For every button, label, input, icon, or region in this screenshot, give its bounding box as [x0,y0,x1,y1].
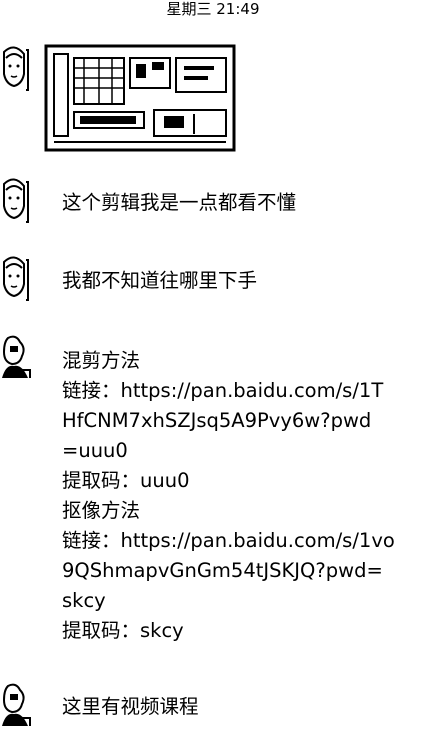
sender-avatar[interactable] [0,334,32,386]
message-line: 提取码：uuu0 [62,469,190,492]
contact-avatar[interactable] [0,44,32,96]
text-message[interactable]: 这个剪辑我是一点都看不懂 [62,188,296,218]
contact-avatar[interactable] [0,176,32,228]
contact-avatar[interactable] [0,254,32,306]
contact-avatar-icon [0,44,32,96]
message-line: 链接：https://pan.baidu.com/s/1T [62,379,384,402]
sender-avatar[interactable] [0,682,32,734]
screenshot-thumbnail-icon [44,44,236,152]
message-line: 我都不知道往哪里下手 [62,269,258,292]
image-message[interactable] [44,44,236,152]
message-line: skcy [62,589,106,612]
message-line: 这里有视频课程 [62,695,199,718]
message-line: 链接：https://pan.baidu.com/s/1vo [62,529,395,552]
contact-avatar-icon [0,176,32,228]
message-line: 混剪方法 [62,349,141,372]
sender-avatar-icon [0,334,32,386]
contact-avatar-icon [0,254,32,306]
message-line: 提取码：skcy [62,619,184,642]
message-line: 抠像方法 [62,499,141,522]
timestamp: 星期三 21:49 [166,0,260,18]
message-line: =uuu0 [62,439,128,462]
text-message[interactable]: 混剪方法 链接：https://pan.baidu.com/s/1T HfCNM… [62,346,395,646]
sender-avatar-icon [0,682,32,734]
text-message[interactable]: 这里有视频课程 [62,692,199,722]
message-line: 9QShmapvGnGm54tJSKJQ?pwd= [62,559,383,582]
message-line: HfCNM7xhSZJsq5A9Pvy6w?pwd [62,409,372,432]
message-line: 这个剪辑我是一点都看不懂 [62,191,297,214]
text-message[interactable]: 我都不知道往哪里下手 [62,266,257,296]
